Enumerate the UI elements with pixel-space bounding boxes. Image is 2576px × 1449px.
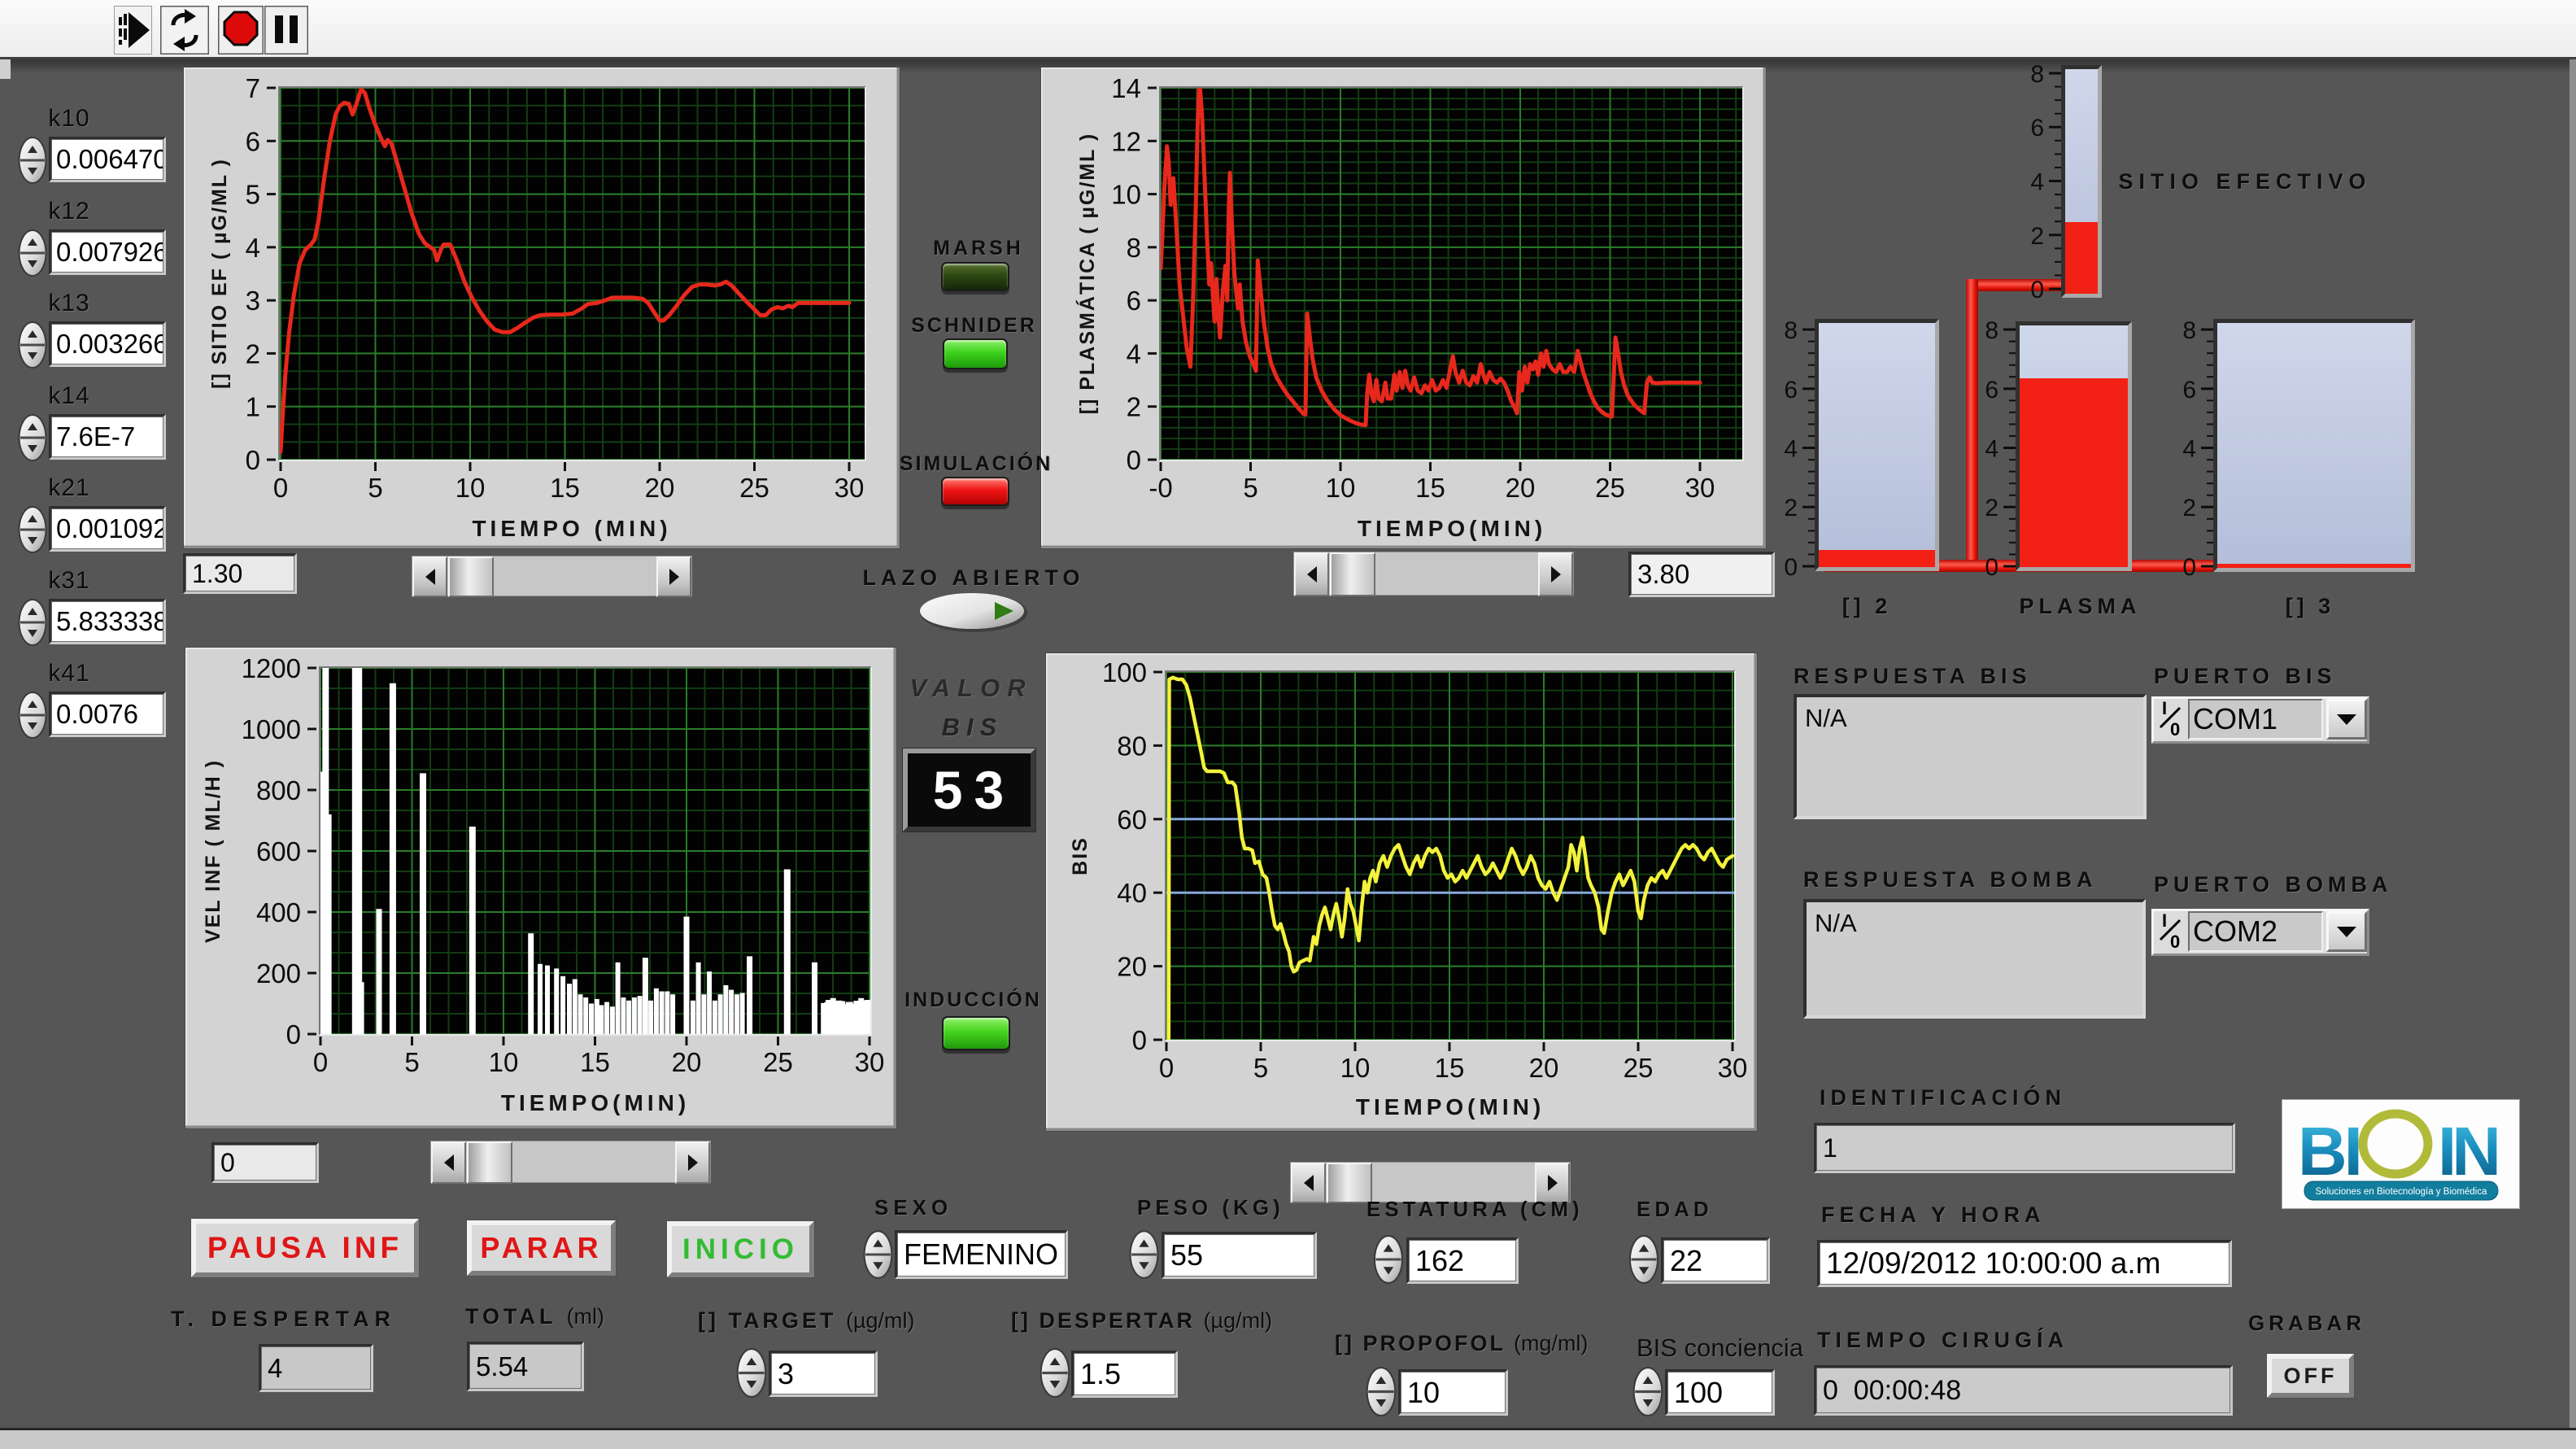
svg-text:5: 5	[404, 1047, 419, 1077]
svg-text:2: 2	[1127, 392, 1141, 422]
svg-text:80: 80	[1117, 731, 1147, 761]
svg-text:20: 20	[1529, 1053, 1559, 1083]
svg-text:I: I	[2162, 700, 2167, 718]
svg-text:6: 6	[246, 126, 260, 156]
svg-text:TIEMPO(MIN): TIEMPO(MIN)	[501, 1090, 690, 1115]
svg-text:30: 30	[835, 473, 865, 503]
svg-text:7: 7	[246, 73, 260, 103]
svg-text:6: 6	[1127, 286, 1141, 316]
svg-text:BIS: BIS	[1069, 836, 1092, 875]
svg-text:10: 10	[1340, 1053, 1371, 1083]
svg-text:60: 60	[1117, 805, 1147, 835]
svg-text:8: 8	[1127, 233, 1141, 263]
svg-text:0: 0	[246, 445, 260, 475]
svg-text:40: 40	[1117, 878, 1147, 908]
svg-text:0: 0	[313, 1047, 328, 1077]
svg-text:25: 25	[1624, 1053, 1654, 1083]
svg-text:4: 4	[2030, 169, 2044, 196]
svg-text:200: 200	[256, 958, 301, 989]
svg-text:1200: 1200	[242, 653, 301, 683]
svg-text:8: 8	[1985, 317, 1998, 344]
svg-text:6: 6	[2182, 377, 2196, 404]
svg-text:25: 25	[739, 473, 769, 503]
svg-text:6: 6	[1784, 377, 1798, 404]
svg-text:6: 6	[2030, 115, 2044, 142]
svg-text:0: 0	[1985, 554, 1998, 581]
svg-text:2: 2	[1985, 495, 1998, 522]
svg-text:0: 0	[2182, 554, 2196, 581]
svg-text:2: 2	[2030, 223, 2044, 250]
svg-text:10: 10	[455, 473, 486, 503]
svg-text:20: 20	[1506, 473, 1536, 503]
svg-text:4: 4	[1127, 338, 1141, 369]
svg-text:25: 25	[1595, 473, 1625, 503]
svg-text:30: 30	[855, 1047, 885, 1077]
svg-text:0: 0	[286, 1019, 301, 1050]
svg-text:5: 5	[368, 473, 382, 503]
svg-text:I: I	[2162, 912, 2167, 931]
svg-text:8: 8	[1784, 317, 1798, 344]
svg-text:8: 8	[2182, 317, 2196, 344]
svg-text:600: 600	[256, 836, 301, 866]
svg-text:25: 25	[763, 1047, 793, 1077]
svg-text:VEL INF ( ML/H ): VEL INF ( ML/H )	[202, 759, 224, 943]
svg-text:0: 0	[273, 473, 288, 503]
svg-text:0: 0	[1127, 445, 1141, 475]
svg-text:15: 15	[1415, 473, 1445, 503]
svg-text:5: 5	[1253, 1053, 1268, 1083]
svg-text:[] PLASMÁTICA ( µG/ML ): [] PLASMÁTICA ( µG/ML )	[1075, 133, 1099, 414]
svg-text:14: 14	[1111, 73, 1141, 103]
svg-text:-0: -0	[1149, 473, 1172, 503]
svg-text:0: 0	[2030, 277, 2044, 303]
svg-text:800: 800	[256, 775, 301, 805]
svg-text:4: 4	[1985, 436, 1998, 463]
svg-text:15: 15	[580, 1047, 610, 1077]
svg-text:TIEMPO (MIN): TIEMPO (MIN)	[472, 516, 671, 541]
svg-text:1000: 1000	[242, 714, 301, 744]
svg-text:12: 12	[1111, 126, 1141, 156]
svg-text:400: 400	[256, 897, 301, 927]
svg-text:0: 0	[1784, 554, 1798, 581]
svg-text:5: 5	[246, 180, 260, 210]
svg-text:TIEMPO(MIN): TIEMPO(MIN)	[1358, 516, 1546, 541]
svg-text:30: 30	[1685, 473, 1715, 503]
svg-text:[] SITIO EF ( µG/ML ): [] SITIO EF ( µG/ML )	[208, 158, 231, 389]
svg-text:20: 20	[672, 1047, 702, 1077]
svg-text:IN: IN	[2438, 1113, 2496, 1189]
svg-text:4: 4	[2182, 436, 2196, 463]
svg-text:5: 5	[1243, 473, 1257, 503]
svg-text:8: 8	[2030, 61, 2044, 88]
svg-text:0: 0	[1159, 1053, 1174, 1083]
svg-text:6: 6	[1985, 377, 1998, 404]
svg-text:TIEMPO(MIN): TIEMPO(MIN)	[1356, 1094, 1545, 1119]
svg-text:1: 1	[246, 392, 260, 422]
svg-text:10: 10	[1326, 473, 1356, 503]
svg-text:15: 15	[550, 473, 580, 503]
svg-text:15: 15	[1435, 1053, 1465, 1083]
svg-text:2: 2	[246, 338, 260, 369]
svg-text:Soluciones en Biotecnología y: Soluciones en Biotecnología y Biomédica	[2316, 1187, 2488, 1197]
svg-text:20: 20	[645, 473, 675, 503]
svg-text:100: 100	[1102, 657, 1147, 687]
svg-text:BI: BI	[2298, 1113, 2360, 1189]
svg-text:4: 4	[1784, 436, 1798, 463]
svg-text:10: 10	[1111, 180, 1141, 210]
svg-text:2: 2	[1784, 495, 1798, 522]
svg-text:0: 0	[1132, 1025, 1147, 1055]
svg-text:4: 4	[246, 233, 260, 263]
svg-text:30: 30	[1718, 1053, 1748, 1083]
svg-text:0: 0	[2170, 719, 2180, 739]
svg-text:10: 10	[489, 1047, 519, 1077]
svg-text:3: 3	[246, 286, 260, 316]
svg-text:2: 2	[2182, 495, 2196, 522]
svg-text:20: 20	[1117, 952, 1147, 982]
svg-text:0: 0	[2170, 932, 2180, 951]
